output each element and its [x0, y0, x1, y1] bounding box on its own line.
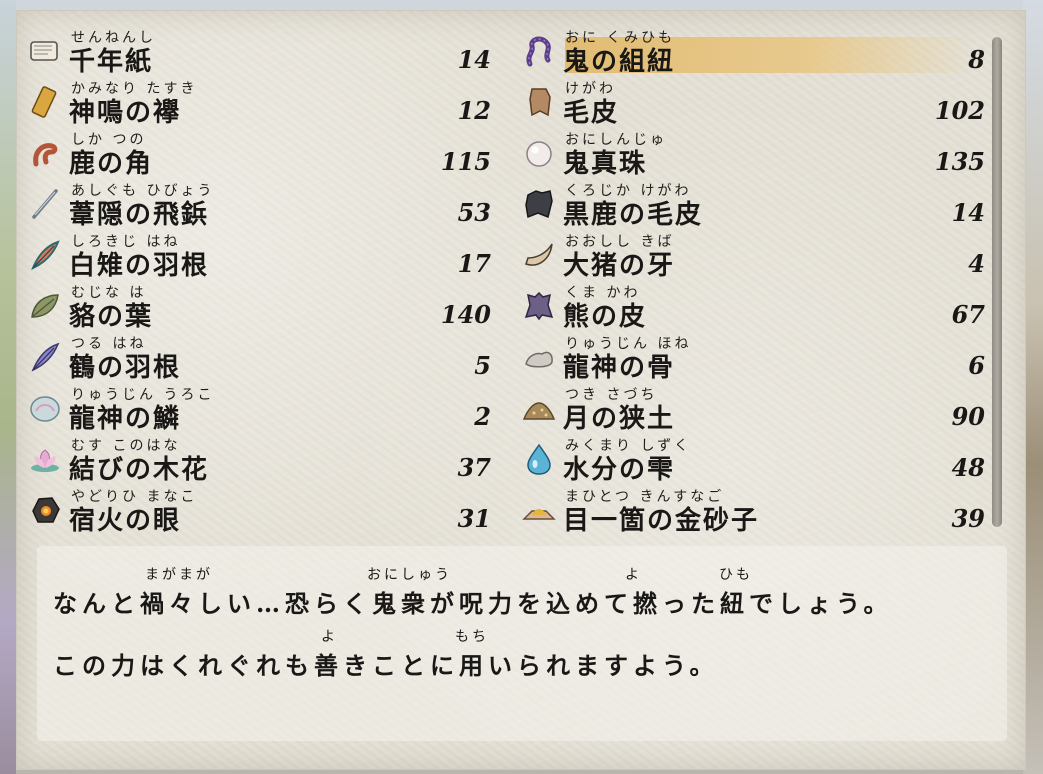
- list-item[interactable]: しろきじ はね 白雉の羽根 17: [17, 225, 497, 281]
- item-quantity: 8: [968, 45, 985, 74]
- item-quantity: 67: [951, 300, 985, 329]
- description-line-2: この力はくれぐれも善きことに用いられますよう。: [53, 651, 719, 680]
- background-strip-left: [0, 0, 16, 774]
- description-ruby: もち: [455, 629, 489, 645]
- ember-stone-icon: [27, 492, 63, 528]
- item-quantity: 14: [951, 198, 985, 227]
- item-quantity: 5: [474, 351, 491, 380]
- needle-icon: [27, 186, 63, 222]
- item-quantity: 102: [934, 96, 985, 125]
- dragon-bone-icon: [521, 339, 557, 375]
- list-item[interactable]: くろじか けがわ 黒鹿の毛皮 14: [511, 174, 991, 230]
- list-item[interactable]: あしぐも ひびょう 葦隠の飛鋲 53: [17, 174, 497, 230]
- item-list: せんねんし 千年紙 14 かみなり たすき 神鳴の襷 12 しか つの 鹿の角 …: [17, 11, 1025, 536]
- item-quantity: 53: [457, 198, 491, 227]
- golden-sash-icon: [27, 84, 63, 120]
- list-item-selected[interactable]: おに くみひも 鬼の組紐 8: [511, 21, 991, 77]
- list-item[interactable]: まひとつ きんすなご 目一箇の金砂子 39: [511, 480, 991, 536]
- item-quantity: 17: [457, 249, 491, 278]
- list-item[interactable]: みくまり しずく 水分の雫 48: [511, 429, 991, 485]
- item-quantity: 140: [440, 300, 491, 329]
- leaf-icon: [27, 288, 63, 324]
- scrollbar-thumb[interactable]: [992, 37, 1002, 527]
- list-item[interactable]: おおしし きば 大猪の牙 4: [511, 225, 991, 281]
- list-item[interactable]: おにしんじゅ 鬼真珠 135: [511, 123, 991, 179]
- antler-icon: [27, 135, 63, 171]
- description-ruby: よ: [625, 567, 642, 583]
- item-quantity: 4: [968, 249, 985, 278]
- crane-feather-icon: [27, 339, 63, 375]
- list-item[interactable]: りゅうじん うろこ 龍神の鱗 2: [17, 378, 497, 434]
- item-quantity: 2: [474, 402, 491, 431]
- description-ruby: よ: [321, 629, 338, 645]
- item-quantity: 48: [951, 453, 985, 482]
- dragon-scale-icon: [27, 390, 63, 426]
- list-item[interactable]: やどりひ まなこ 宿火の眼 31: [17, 480, 497, 536]
- item-name: 目一箇の金砂子: [563, 506, 760, 536]
- item-quantity: 6: [968, 351, 985, 380]
- fur-pelt-icon: [521, 84, 557, 120]
- description-ruby: ひも: [719, 567, 753, 583]
- list-item[interactable]: むじな は 貉の葉 140: [17, 276, 497, 332]
- description-ruby: まがまが: [145, 567, 213, 583]
- list-item[interactable]: くま かわ 熊の皮 67: [511, 276, 991, 332]
- pheasant-feather-icon: [27, 237, 63, 273]
- item-quantity: 135: [934, 147, 985, 176]
- gold-sand-icon: [521, 492, 557, 528]
- pearl-icon: [521, 135, 557, 171]
- inventory-panel: せんねんし 千年紙 14 かみなり たすき 神鳴の襷 12 しか つの 鹿の角 …: [16, 10, 1026, 770]
- description-line-1: なんと禍々しい…恐らく鬼衆が呪力を込めて撚った紐でしょう。: [53, 589, 893, 618]
- lotus-flower-icon: [27, 441, 63, 477]
- boar-tusk-icon: [521, 237, 557, 273]
- soil-pile-icon: [521, 390, 557, 426]
- list-item[interactable]: せんねんし 千年紙 14: [17, 21, 497, 77]
- list-item[interactable]: りゅうじん ほね 龍神の骨 6: [511, 327, 991, 383]
- scrollbar-track[interactable]: [992, 37, 1002, 527]
- background-strip-right: [1023, 0, 1043, 774]
- item-quantity: 12: [457, 96, 491, 125]
- description-ruby: おにしゅう: [367, 567, 452, 583]
- item-quantity: 31: [457, 504, 491, 533]
- item-quantity: 115: [440, 147, 491, 176]
- scroll-paper-icon: [27, 33, 63, 69]
- black-deer-pelt-icon: [521, 186, 557, 222]
- water-drop-icon: [521, 441, 557, 477]
- braided-cord-icon: [521, 33, 557, 69]
- item-quantity: 37: [457, 453, 491, 482]
- item-quantity: 39: [951, 504, 985, 533]
- bear-hide-icon: [521, 288, 557, 324]
- list-item[interactable]: けがわ 毛皮 102: [511, 72, 991, 128]
- item-quantity: 90: [951, 402, 985, 431]
- item-quantity: 14: [457, 45, 491, 74]
- item-name: 宿火の眼: [69, 506, 182, 536]
- list-item[interactable]: つる はね 鶴の羽根 5: [17, 327, 497, 383]
- list-item[interactable]: むす このはな 結びの木花 37: [17, 429, 497, 485]
- list-item[interactable]: かみなり たすき 神鳴の襷 12: [17, 72, 497, 128]
- list-item[interactable]: つき さづち 月の狭土 90: [511, 378, 991, 434]
- item-description-box: まがまが おにしゅう よ ひも なんと禍々しい…恐らく鬼衆が呪力を込めて撚った紐…: [37, 546, 1007, 741]
- list-item[interactable]: しか つの 鹿の角 115: [17, 123, 497, 179]
